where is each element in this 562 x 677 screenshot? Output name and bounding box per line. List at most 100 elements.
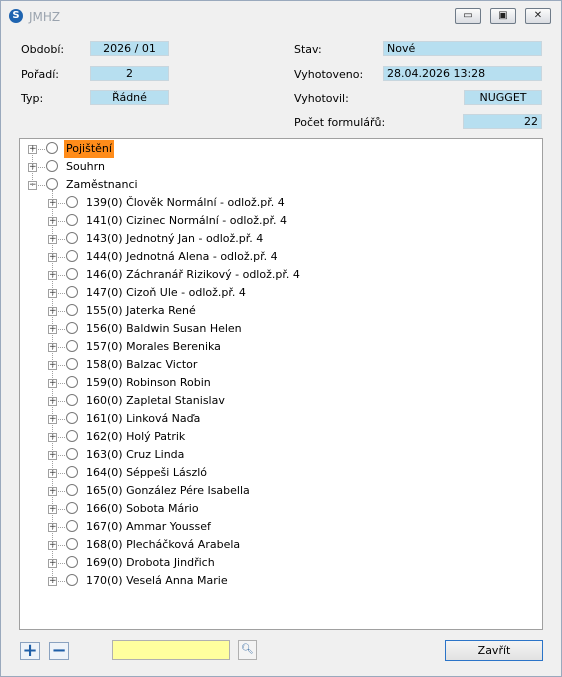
minimize-button[interactable]: ▭ [455, 8, 481, 24]
stav-label: Stav: [294, 43, 322, 56]
tree-node-employee[interactable]: +161(0) Linková Naďa [20, 410, 540, 428]
tree-connector [58, 329, 65, 330]
radio-icon[interactable] [66, 466, 78, 478]
tree-node-label: 141(0) Cizinec Normální - odlož.př. 4 [86, 214, 287, 227]
maximize-icon: ▣ [498, 10, 508, 21]
tree-node-label: 144(0) Jednotná Alena - odlož.př. 4 [86, 250, 278, 263]
radio-icon[interactable] [66, 412, 78, 424]
tree-connector [58, 203, 65, 204]
maximize-button[interactable]: ▣ [490, 8, 516, 24]
radio-icon[interactable] [46, 178, 58, 190]
radio-icon[interactable] [66, 286, 78, 298]
typ-label: Typ: [21, 92, 44, 105]
tree-node-label: Pojištění [64, 140, 114, 158]
radio-icon[interactable] [66, 502, 78, 514]
radio-icon[interactable] [66, 232, 78, 244]
radio-icon[interactable] [66, 268, 78, 280]
tree-node-employee[interactable]: +163(0) Cruz Linda [20, 446, 540, 464]
tree-connector [58, 257, 65, 258]
tree-node-label: 161(0) Linková Naďa [86, 412, 201, 425]
radio-icon[interactable] [46, 142, 58, 154]
tree-connector [58, 437, 65, 438]
poradi-label: Pořadí: [21, 68, 59, 81]
tree-node-employee[interactable]: +169(0) Drobota Jindřich [20, 554, 540, 572]
filter-input[interactable] [112, 640, 230, 660]
add-button[interactable]: + [20, 642, 40, 660]
tree-node-label: 167(0) Ammar Youssef [86, 520, 211, 533]
tree-node-employee[interactable]: +160(0) Zapletal Stanislav [20, 392, 540, 410]
tree-node-employee[interactable]: +139(0) Člověk Normální - odlož.př. 4 [20, 194, 540, 212]
app-icon: S [9, 9, 23, 23]
radio-icon[interactable] [66, 376, 78, 388]
tree-node-employee[interactable]: +166(0) Sobota Mário [20, 500, 540, 518]
radio-icon[interactable] [66, 196, 78, 208]
tree-node-employee[interactable]: +162(0) Holý Patrik [20, 428, 540, 446]
tree-node-label: 146(0) Záchranář Rizikový - odlož.př. 4 [86, 268, 300, 281]
vyhotoveno-label: Vyhotoveno: [294, 68, 364, 81]
radio-icon[interactable] [66, 574, 78, 586]
radio-icon[interactable] [66, 394, 78, 406]
window-title: JMHZ [29, 10, 61, 24]
tree-node[interactable]: + Souhrn [20, 158, 540, 176]
tree-node-employee[interactable]: +167(0) Ammar Youssef [20, 518, 540, 536]
tree-connector [58, 473, 65, 474]
radio-icon[interactable] [66, 250, 78, 262]
tree-connector [58, 527, 65, 528]
tree-node-label: 160(0) Zapletal Stanislav [86, 394, 225, 407]
radio-icon[interactable] [66, 520, 78, 532]
tree-connector [58, 365, 65, 366]
obdobi-field: 2026 / 01 [90, 41, 169, 56]
tree-connector [58, 221, 65, 222]
radio-icon[interactable] [66, 322, 78, 334]
remove-button[interactable]: − [49, 642, 69, 660]
tree-node-label: 156(0) Baldwin Susan Helen [86, 322, 242, 335]
radio-icon[interactable] [66, 448, 78, 460]
close-button[interactable]: Zavřít [445, 640, 543, 661]
radio-icon[interactable] [66, 430, 78, 442]
tree-branch-line [52, 190, 53, 582]
pocet-field: 22 [463, 114, 542, 129]
tree-node-employee[interactable]: +157(0) Morales Berenika [20, 338, 540, 356]
obdobi-label: Období: [21, 43, 65, 56]
tree-node-label: 168(0) Plecháčková Arabela [86, 538, 241, 551]
jmhz-window: S JMHZ ▭ ▣ ✕ Období: 2026 / 01 Pořadí: 2… [0, 0, 562, 677]
radio-icon[interactable] [66, 340, 78, 352]
tree-node-employee[interactable]: +141(0) Cizinec Normální - odlož.př. 4 [20, 212, 540, 230]
tree-view[interactable]: + Pojištění + Souhrn − Zaměstnanci +139(0) Člo… [19, 138, 543, 630]
radio-icon[interactable] [66, 484, 78, 496]
tree-node-label: 169(0) Drobota Jindřich [86, 556, 215, 569]
tree-connector [58, 293, 65, 294]
tree-node-employee[interactable]: +165(0) González Pére Isabella [20, 482, 540, 500]
radio-icon[interactable] [66, 304, 78, 316]
tree-node-label: Zaměstnanci [66, 178, 138, 191]
tree-connector [58, 383, 65, 384]
tree-node-employee[interactable]: +158(0) Balzac Victor [20, 356, 540, 374]
close-window-button[interactable]: ✕ [525, 8, 551, 24]
tree-connector [58, 347, 65, 348]
radio-icon[interactable] [66, 538, 78, 550]
tree-node-employee[interactable]: +144(0) Jednotná Alena - odlož.př. 4 [20, 248, 540, 266]
tree-node-employee[interactable]: +143(0) Jednotný Jan - odlož.př. 4 [20, 230, 540, 248]
tree-node-employee[interactable]: +168(0) Plecháčková Arabela [20, 536, 540, 554]
tree-node-employee[interactable]: +155(0) Jaterka René [20, 302, 540, 320]
vyhotovil-row: NUGGET [383, 90, 542, 105]
tree-node-employee[interactable]: +159(0) Robinson Robin [20, 374, 540, 392]
radio-icon[interactable] [46, 160, 58, 172]
tree-node-employee[interactable]: +156(0) Baldwin Susan Helen [20, 320, 540, 338]
tree-node[interactable]: − Zaměstnanci [20, 176, 540, 194]
tree-connector [58, 239, 65, 240]
tree-node-employee[interactable]: +170(0) Veselá Anna Marie [20, 572, 540, 590]
filter-button[interactable]: 🔍︎ [238, 640, 257, 660]
tree-node-label: 162(0) Holý Patrik [86, 430, 186, 443]
tree-node-employee[interactable]: +146(0) Záchranář Rizikový - odlož.př. 4 [20, 266, 540, 284]
tree-connector [58, 455, 65, 456]
radio-icon[interactable] [66, 358, 78, 370]
tree-node-employee[interactable]: +147(0) Cizoň Ule - odlož.př. 4 [20, 284, 540, 302]
tree-connector [58, 311, 65, 312]
radio-icon[interactable] [66, 214, 78, 226]
tree-node[interactable]: + Pojištění [20, 140, 540, 158]
tree-node-employee[interactable]: +164(0) Séppeši László [20, 464, 540, 482]
title-bar[interactable]: S JMHZ ▭ ▣ ✕ [1, 1, 561, 31]
radio-icon[interactable] [66, 556, 78, 568]
tree-node-label: 159(0) Robinson Robin [86, 376, 211, 389]
